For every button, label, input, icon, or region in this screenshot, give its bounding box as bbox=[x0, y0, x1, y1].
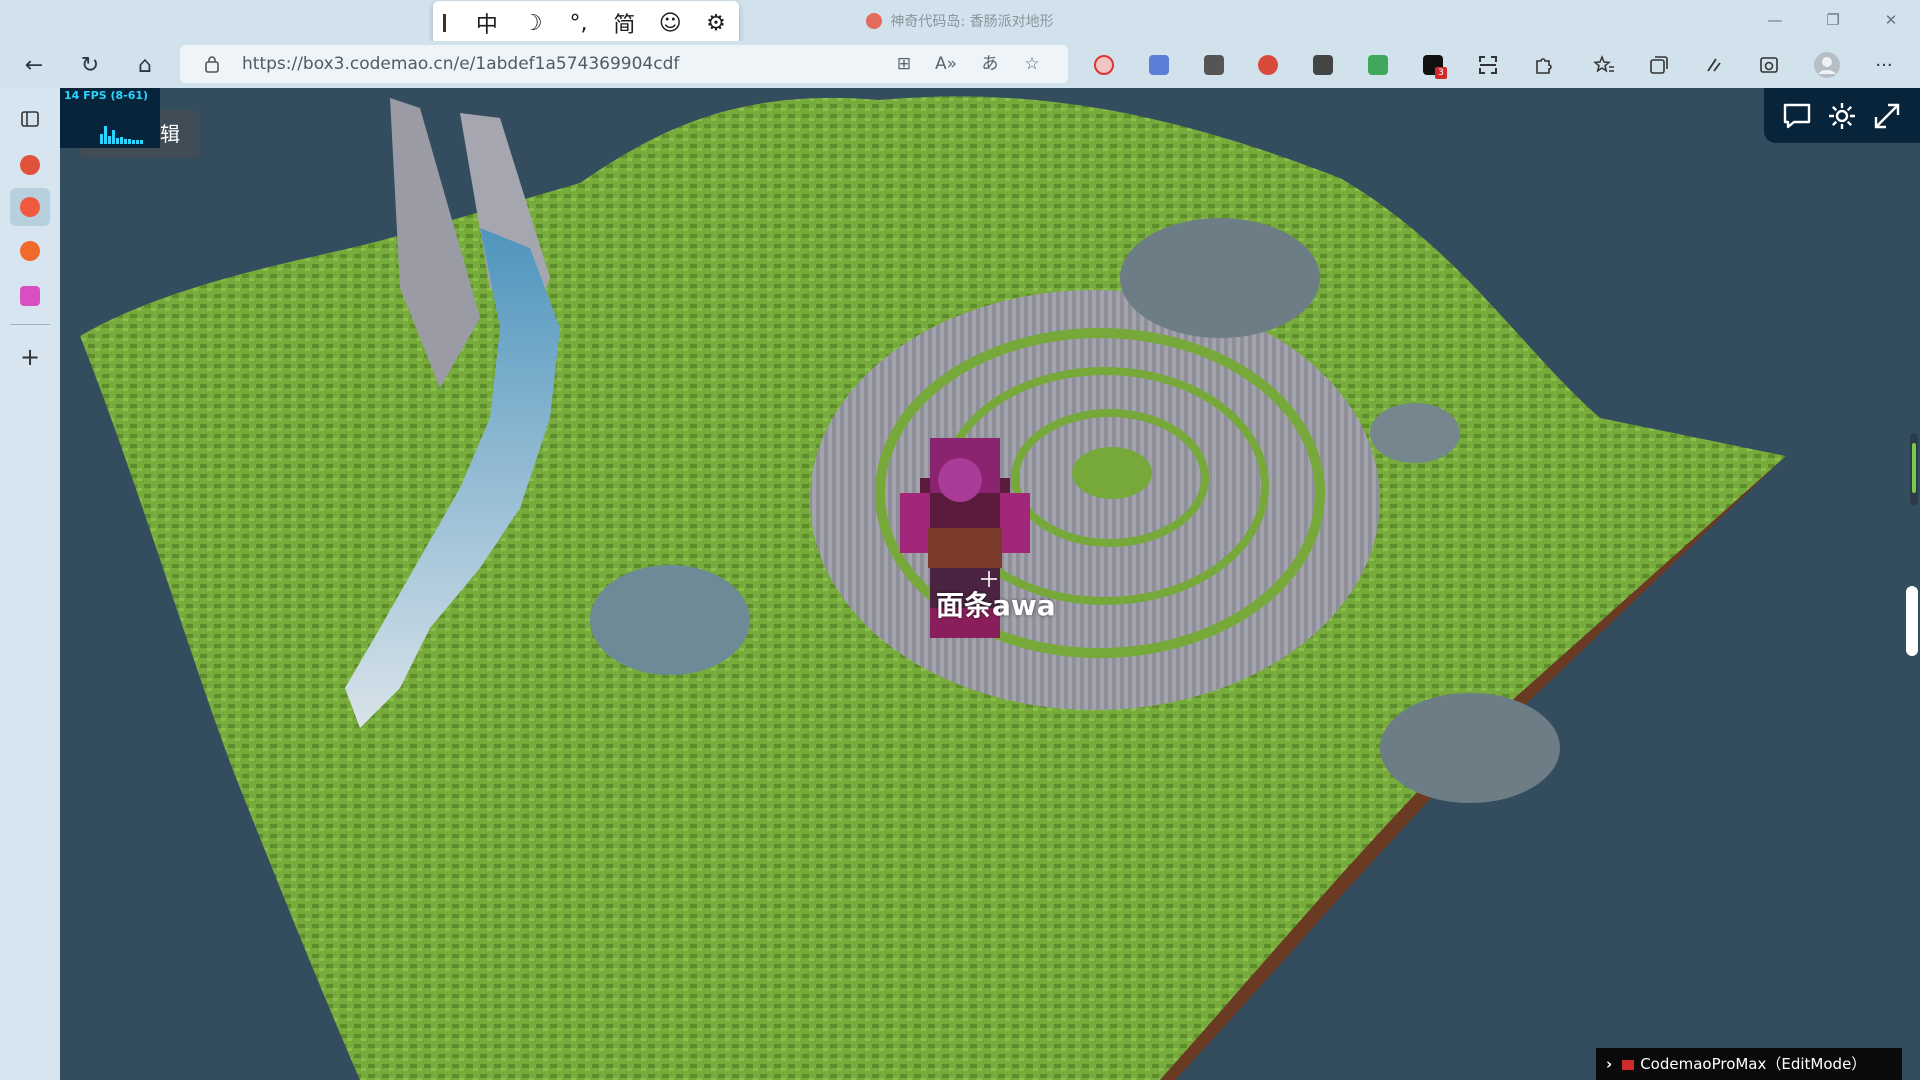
ime-mode-button[interactable]: 中 bbox=[464, 5, 510, 41]
close-button[interactable]: ✕ bbox=[1868, 6, 1914, 34]
sidebar-app-codemao-icon[interactable] bbox=[10, 188, 50, 226]
favorite-star-icon[interactable]: ☆ bbox=[1018, 52, 1046, 76]
side-scroll-handle[interactable] bbox=[1906, 586, 1918, 656]
settings-gear-icon[interactable] bbox=[1824, 98, 1860, 134]
game-viewport[interactable]: 辑 14 FPS (8-61) 面条awa › CodemaoProMax（Ed… bbox=[60, 88, 1920, 1080]
stone-mountain bbox=[810, 290, 1380, 710]
more-menu-button[interactable]: ··· bbox=[1870, 51, 1898, 79]
ime-simplified-button[interactable]: 简 bbox=[601, 5, 647, 41]
chevron-right-icon: › bbox=[1606, 1055, 1613, 1073]
pond bbox=[1120, 218, 1320, 338]
back-button[interactable]: ← bbox=[16, 49, 52, 81]
pond bbox=[1380, 693, 1560, 803]
pond bbox=[590, 565, 750, 675]
lock-icon bbox=[205, 56, 219, 73]
level-fill bbox=[1912, 443, 1916, 493]
game-top-tools bbox=[1764, 88, 1920, 143]
ie-mode-icon[interactable] bbox=[1755, 51, 1783, 79]
extensions-puzzle-icon[interactable] bbox=[1529, 51, 1557, 79]
extension-badge-icon[interactable]: 3 bbox=[1419, 51, 1447, 79]
extension-puzzle-color-icon[interactable] bbox=[1364, 51, 1392, 79]
chat-icon[interactable] bbox=[1779, 98, 1815, 134]
ime-settings-icon[interactable]: ⚙ bbox=[693, 5, 739, 41]
performance-icon[interactable] bbox=[1700, 51, 1728, 79]
ime-punctuation-button[interactable]: °, bbox=[556, 5, 602, 41]
sidebar-app-orange-icon[interactable] bbox=[10, 232, 50, 270]
sidebar-app-red-icon[interactable] bbox=[10, 146, 50, 184]
add-sidebar-app-icon[interactable]: + bbox=[10, 338, 50, 376]
fps-graph bbox=[100, 126, 143, 144]
title-bar: 神奇代码岛: 香肠派对地形 — ❐ ✕ bbox=[0, 0, 1920, 41]
app-available-icon[interactable]: ⊞ bbox=[890, 52, 918, 76]
site-favicon-icon bbox=[866, 13, 883, 29]
tab-actions-icon[interactable] bbox=[10, 100, 50, 138]
fullscreen-icon[interactable] bbox=[1869, 98, 1905, 134]
side-level-meter bbox=[1910, 433, 1918, 505]
extension-b-icon[interactable] bbox=[1309, 51, 1337, 79]
mountain-peak bbox=[1072, 447, 1152, 499]
home-button[interactable]: ⌂ bbox=[127, 49, 163, 81]
console-label: CodemaoProMax（EditMode） bbox=[1640, 1055, 1867, 1073]
sidebar-app-paint-icon[interactable] bbox=[10, 277, 50, 315]
flag-icon bbox=[1622, 1060, 1635, 1070]
side-panel: + bbox=[0, 88, 60, 1080]
extension-bird-icon[interactable] bbox=[1254, 51, 1282, 79]
extension-camera-icon[interactable] bbox=[1200, 51, 1228, 79]
reload-button[interactable]: ↻ bbox=[72, 49, 108, 81]
window-title: 神奇代码岛: 香肠派对地形 bbox=[0, 11, 1920, 31]
url-text[interactable]: https://box3.codemao.cn/e/1abdef1a574369… bbox=[242, 54, 679, 74]
favorites-icon[interactable] bbox=[1590, 51, 1618, 79]
ime-toolbar: 中 ☽ °, 简 ☺ ⚙ bbox=[433, 1, 739, 45]
browser-toolbar: ← ↻ ⌂ https://box3.codemao.cn/e/1abdef1a… bbox=[0, 41, 1920, 88]
address-bar[interactable]: https://box3.codemao.cn/e/1abdef1a574369… bbox=[180, 45, 1068, 83]
extension-abp-icon[interactable] bbox=[1090, 51, 1118, 79]
fps-readout: 14 FPS (8-61) bbox=[64, 89, 149, 102]
profile-avatar[interactable] bbox=[1813, 51, 1841, 79]
crosshair-icon bbox=[981, 571, 997, 587]
read-aloud-icon[interactable]: A» bbox=[932, 52, 960, 76]
pond bbox=[1370, 403, 1460, 463]
translate-icon[interactable]: あ bbox=[976, 52, 1004, 76]
extension-badge-count: 3 bbox=[1435, 67, 1447, 79]
restore-button[interactable]: ❐ bbox=[1810, 6, 1856, 34]
fps-monitor: 14 FPS (8-61) bbox=[60, 88, 160, 148]
ime-emoji-icon[interactable]: ☺ bbox=[647, 5, 693, 41]
console-status-bar[interactable]: › CodemaoProMax（EditMode） bbox=[1596, 1048, 1902, 1080]
player-nametag: 面条awa bbox=[936, 589, 1056, 622]
ime-drag-handle[interactable] bbox=[443, 14, 446, 32]
minimize-button[interactable]: — bbox=[1752, 6, 1798, 34]
ime-moon-icon[interactable]: ☽ bbox=[510, 5, 556, 41]
sidebar-divider bbox=[10, 324, 50, 325]
collections-icon[interactable] bbox=[1645, 51, 1673, 79]
screenshot-icon[interactable] bbox=[1474, 51, 1502, 79]
extension-shield-icon[interactable] bbox=[1145, 51, 1173, 79]
